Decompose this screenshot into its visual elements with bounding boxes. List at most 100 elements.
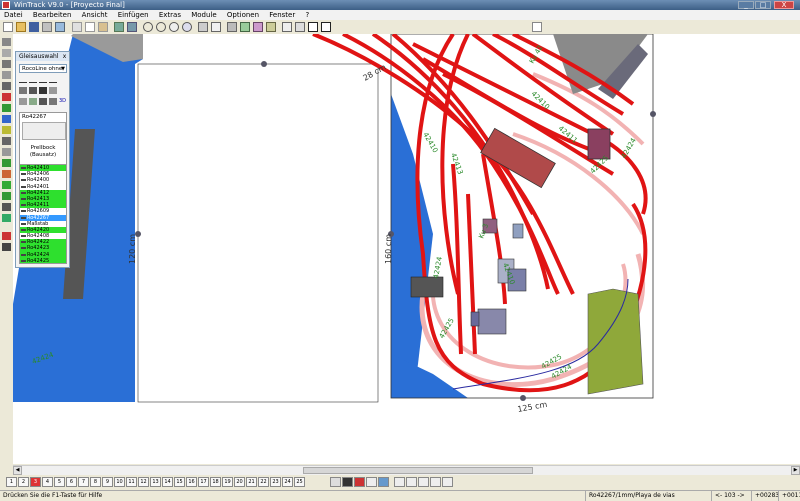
panel-close-button[interactable]: x [61, 53, 68, 60]
snap-icon[interactable] [211, 22, 221, 32]
layer-tab[interactable]: 15 [174, 477, 185, 487]
tunnel-icon[interactable] [2, 203, 11, 211]
grid-icon[interactable] [198, 22, 208, 32]
vehicle-icon[interactable] [39, 98, 47, 105]
turnout-icon[interactable] [2, 60, 11, 68]
zoom-window-icon[interactable] [169, 22, 179, 32]
menu-bearbeiten[interactable]: Bearbeiten [29, 10, 75, 20]
menu-einfuegen[interactable]: Einfügen [114, 10, 153, 20]
dim-handle-bottom[interactable] [520, 395, 526, 401]
zoom-all-icon[interactable] [182, 22, 192, 32]
minimize-button[interactable]: _ [738, 1, 754, 9]
paste-icon[interactable] [98, 22, 108, 32]
delete-tool-icon[interactable] [2, 232, 11, 240]
layer-tab[interactable]: 2 [18, 477, 29, 487]
rotate-icon[interactable] [19, 98, 27, 105]
layer-tab[interactable]: 10 [114, 477, 125, 487]
curve-track-icon[interactable] [29, 76, 37, 83]
font-tool-icon[interactable] [2, 243, 11, 251]
text-tool-icon[interactable] [2, 148, 11, 156]
list-item[interactable]: Ro42425 [20, 257, 66, 263]
layer-tab[interactable]: 22 [258, 477, 269, 487]
undo-icon[interactable] [114, 22, 124, 32]
info-icon[interactable] [295, 22, 305, 32]
person-icon[interactable] [29, 98, 37, 105]
3d-icon[interactable]: 3D [59, 98, 67, 105]
layer-tab[interactable]: 13 [150, 477, 161, 487]
layer-visible-icon[interactable] [366, 477, 377, 487]
layer-tab-active[interactable]: 3 [30, 477, 41, 487]
layer-lock-icon[interactable] [354, 477, 365, 487]
signal-icon[interactable] [2, 137, 11, 145]
maximize-button[interactable]: □ [755, 1, 771, 9]
layer-tab[interactable]: 6 [66, 477, 77, 487]
turnout-left-icon[interactable] [39, 76, 47, 83]
dim-handle-right[interactable] [650, 111, 656, 117]
house-icon[interactable] [39, 87, 47, 94]
layer-tab[interactable]: 21 [246, 477, 257, 487]
turnout-right-icon[interactable] [49, 76, 57, 83]
grass-icon[interactable] [2, 181, 11, 189]
3d-view-icon[interactable] [266, 22, 276, 32]
draw-tool-icon[interactable] [321, 22, 331, 32]
menu-ansicht[interactable]: Ansicht [78, 10, 112, 20]
menu-fenster[interactable]: Fenster [265, 10, 299, 20]
redo-icon[interactable] [127, 22, 137, 32]
layer-tool-icon[interactable] [394, 477, 405, 487]
bridge-icon[interactable] [2, 82, 11, 90]
close-button[interactable]: X [774, 1, 794, 9]
layout-canvas[interactable]: 28 cm 160 cm 125 cm 120 cm 42424 42425 4… [13, 34, 800, 464]
copy-icon[interactable] [85, 22, 95, 32]
layer-prev-icon[interactable] [330, 477, 341, 487]
menu-datei[interactable]: Datei [0, 10, 27, 20]
contour-icon[interactable] [2, 214, 11, 222]
select-tool-icon[interactable] [308, 22, 318, 32]
app-icon[interactable] [2, 1, 10, 9]
dim-handle-top[interactable] [261, 61, 267, 67]
layer-tab[interactable]: 9 [102, 477, 113, 487]
track-selection-panel[interactable]: Gleisauswahl x RocoLine ohne ▼ 3D Ro4226… [15, 51, 70, 268]
zoom-out-icon[interactable] [156, 22, 166, 32]
terrain-icon[interactable] [2, 159, 11, 167]
track-plan[interactable]: 28 cm 160 cm 125 cm 120 cm 42424 42425 4… [13, 34, 800, 464]
layer-tab[interactable]: 24 [282, 477, 293, 487]
layer-tab[interactable]: 5 [54, 477, 65, 487]
crossing-icon[interactable] [2, 71, 11, 79]
layer-tab[interactable]: 23 [270, 477, 281, 487]
straight-track-icon[interactable] [19, 76, 27, 83]
bridge-small-icon[interactable] [49, 98, 57, 105]
zoom-in-icon[interactable] [143, 22, 153, 32]
horizontal-scrollbar[interactable]: ◀ ▶ [13, 465, 800, 475]
layer-tool-icon[interactable] [442, 477, 453, 487]
crane-icon[interactable] [49, 87, 57, 94]
water-icon[interactable] [2, 115, 11, 123]
layer-color-icon[interactable] [342, 477, 353, 487]
layer-tab[interactable]: 11 [126, 477, 137, 487]
print-preview-icon[interactable] [55, 22, 65, 32]
scroll-left-arrow[interactable]: ◀ [13, 466, 22, 475]
menu-module[interactable]: Module [187, 10, 220, 20]
measure-icon[interactable] [227, 22, 237, 32]
open-folder-icon[interactable] [16, 22, 26, 32]
save-icon[interactable] [29, 22, 39, 32]
layer-tab[interactable]: 19 [222, 477, 233, 487]
layer-tab[interactable]: 25 [294, 477, 305, 487]
print-icon[interactable] [42, 22, 52, 32]
help-pointer-icon[interactable] [532, 22, 542, 32]
road-icon[interactable] [2, 126, 11, 134]
new-file-icon[interactable] [3, 22, 13, 32]
layer-tab[interactable]: 4 [42, 477, 53, 487]
buffer-icon[interactable] [19, 87, 27, 94]
layer-tab[interactable]: 16 [186, 477, 197, 487]
building-icon[interactable] [2, 93, 11, 101]
layer-icon[interactable] [253, 22, 263, 32]
tree-icon[interactable] [2, 104, 11, 112]
cut-icon[interactable] [72, 22, 82, 32]
layer-tab[interactable]: 20 [234, 477, 245, 487]
layer-tab[interactable]: 1 [6, 477, 17, 487]
properties-icon[interactable] [282, 22, 292, 32]
landscape-icon[interactable] [240, 22, 250, 32]
wall-icon[interactable] [2, 170, 11, 178]
scroll-right-arrow[interactable]: ▶ [791, 466, 800, 475]
layer-tab[interactable]: 7 [78, 477, 89, 487]
